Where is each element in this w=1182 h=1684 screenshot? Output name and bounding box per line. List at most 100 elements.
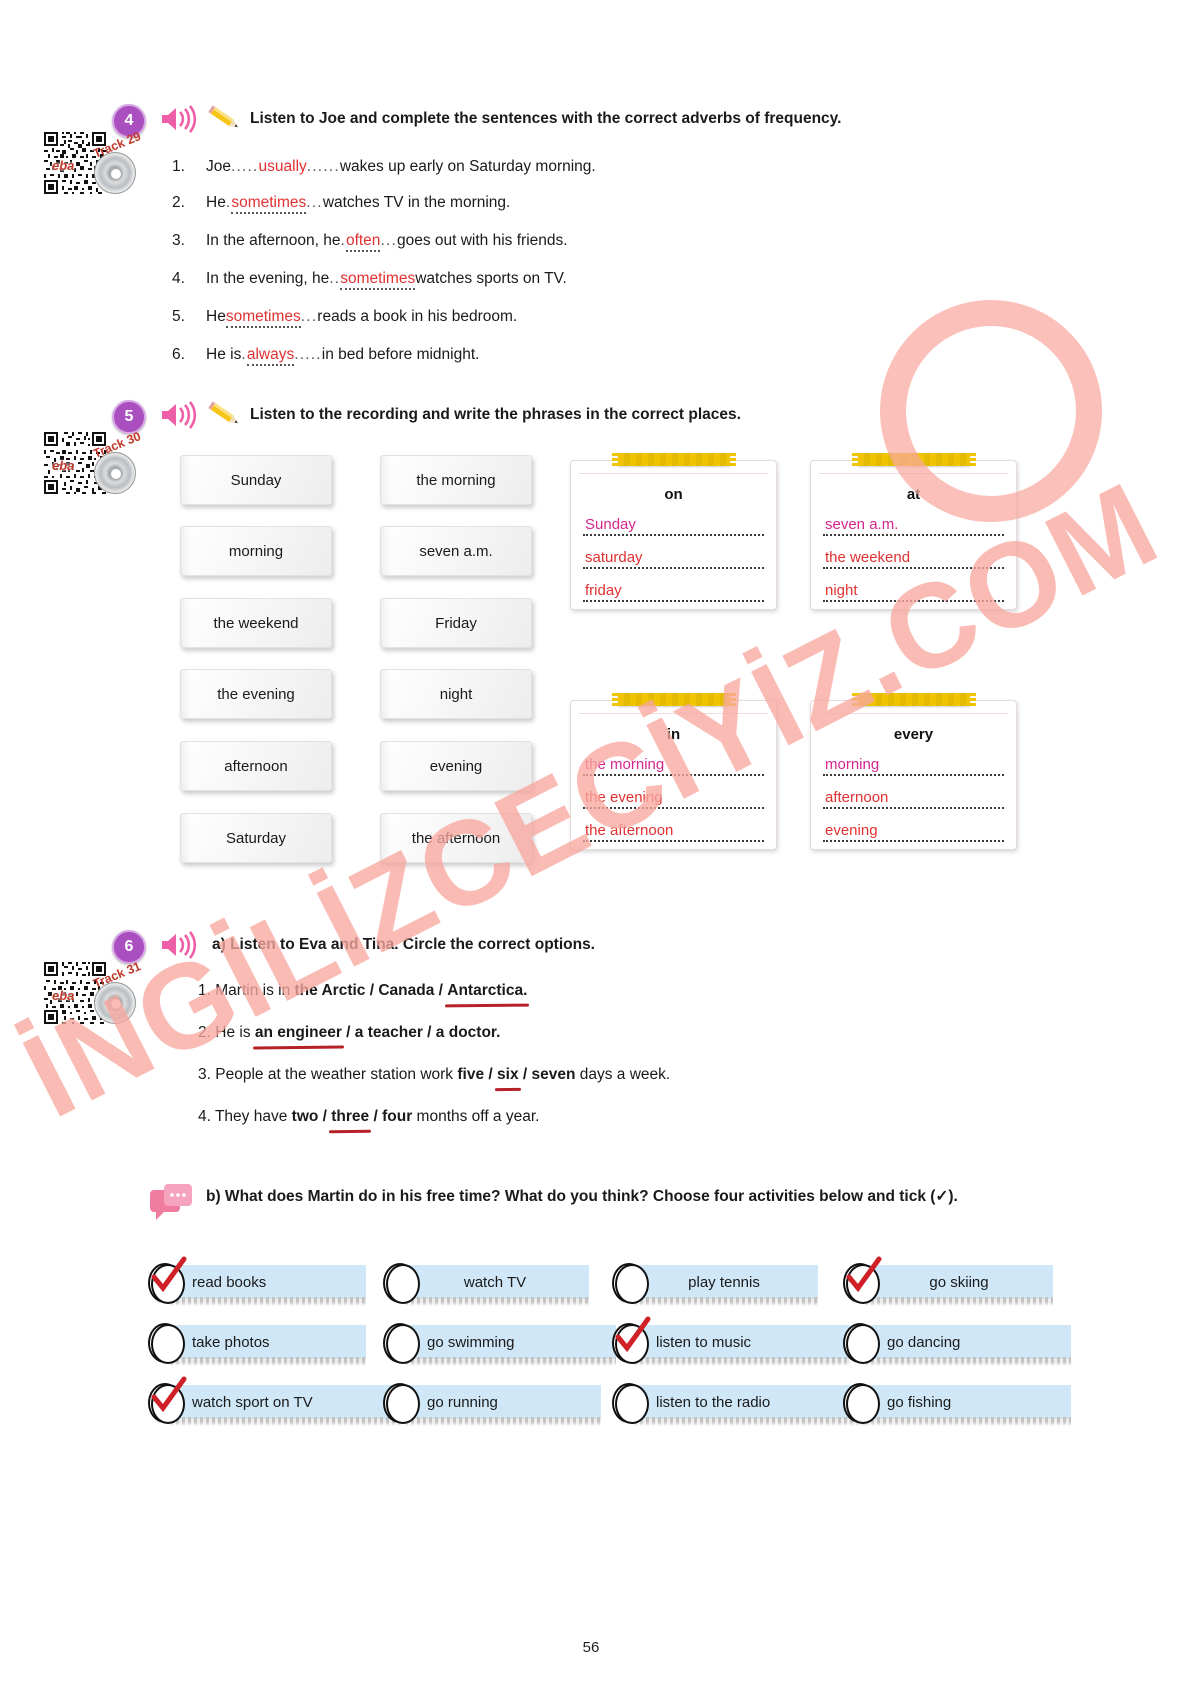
pencil-icon <box>204 400 244 435</box>
word-card[interactable]: Saturday <box>180 813 332 863</box>
answer-line[interactable]: the weekend <box>823 538 1004 569</box>
ex4-sentence-6: 6. He is . always ..... in bed before mi… <box>172 346 596 366</box>
activity-item[interactable]: go dancing <box>843 1323 1071 1364</box>
word-card-label: morning <box>228 542 284 560</box>
word-card[interactable]: evening <box>380 741 532 791</box>
ex6-number-badge: 6 <box>112 930 146 964</box>
handwritten-answer: morning <box>825 756 880 773</box>
tape-strip-icon <box>611 453 736 466</box>
option-choice-selected[interactable]: an engineer <box>255 1024 342 1042</box>
sentence-after: in bed before midnight. <box>321 346 480 363</box>
activity-item[interactable]: go skiing <box>843 1256 1053 1304</box>
word-card-label: night <box>439 685 473 703</box>
word-card[interactable]: night <box>380 669 532 719</box>
word-card[interactable]: morning <box>180 526 332 576</box>
sentence-before: Joe <box>206 158 231 175</box>
answer-box-title: on <box>579 473 768 503</box>
item-lead: He is <box>215 1024 255 1041</box>
option-choice-selected[interactable]: six <box>497 1066 519 1084</box>
ex6a-item-3: 3. People at the weather station work fi… <box>198 1066 671 1084</box>
answer-box-every: every morning afternoon evening <box>810 693 1017 850</box>
activity-item[interactable]: go fishing <box>843 1383 1071 1424</box>
sentence-after: watches sports on TV. <box>415 270 567 287</box>
answer-box-in: in the morning the evening the afternoon <box>570 693 777 850</box>
activity-label: take photos <box>170 1325 366 1359</box>
item-lead: They have <box>214 1108 292 1125</box>
sentence-before: In the evening, he <box>206 270 330 287</box>
activity-label: go dancing <box>865 1325 1071 1359</box>
activity-item[interactable]: read books <box>148 1256 366 1304</box>
answer-line[interactable]: Sunday <box>583 505 764 536</box>
word-card[interactable]: the evening <box>180 669 332 719</box>
handwritten-answer[interactable]: usually <box>259 158 307 176</box>
exercise-5: 5 Listen to the recording and write the … <box>112 400 1012 435</box>
sentence-after: reads a book in his bedroom. <box>317 308 518 325</box>
word-card[interactable]: the afternoon <box>380 813 532 863</box>
activity-item[interactable]: play tennis <box>612 1263 818 1304</box>
handwritten-answer[interactable]: sometimes <box>225 308 301 328</box>
ex4-sentence-3: 3. In the afternoon, he . often ... goes… <box>172 232 596 252</box>
ex6a-item-4: 4. They have two / three / four months o… <box>198 1108 540 1126</box>
speaker-icon <box>158 104 198 139</box>
activity-item[interactable]: watch sport on TV <box>148 1376 401 1424</box>
item-lead: Martin is in <box>215 982 295 999</box>
handwritten-answer: Sunday <box>585 516 636 533</box>
item-index: 2. <box>198 1024 211 1041</box>
blank-dots: ...... <box>306 158 340 175</box>
handwritten-answer[interactable]: always <box>246 346 295 366</box>
option-choice[interactable]: five <box>457 1066 484 1083</box>
answer-line[interactable]: night <box>823 571 1004 602</box>
word-card-label: Sunday <box>230 471 282 489</box>
answer-line[interactable]: saturday <box>583 538 764 569</box>
handwritten-answer: afternoon <box>825 789 889 806</box>
exercise-6: 6 a) Listen to Eva and Tina. Circle the … <box>112 930 1012 965</box>
word-card[interactable]: Friday <box>380 598 532 648</box>
answer-line[interactable]: the afternoon <box>583 811 764 842</box>
option-choice[interactable]: a teacher <box>355 1024 423 1041</box>
word-card-label: the morning <box>416 471 496 489</box>
option-choice[interactable]: the Arctic <box>295 982 366 999</box>
answer-line[interactable]: morning <box>823 745 1004 776</box>
word-card[interactable]: afternoon <box>180 741 332 791</box>
circle-icon <box>383 1263 420 1304</box>
activity-item[interactable]: take photos <box>148 1323 366 1364</box>
circle-icon <box>612 1383 649 1424</box>
word-card[interactable]: the weekend <box>180 598 332 648</box>
blank-dots: ..... <box>231 158 259 175</box>
handwritten-answer[interactable]: often <box>345 232 381 252</box>
activity-label: play tennis <box>634 1265 818 1299</box>
activity-item[interactable]: go swimming <box>383 1323 616 1364</box>
activity-item[interactable]: listen to the radio <box>612 1383 865 1424</box>
option-choice[interactable]: seven <box>532 1066 576 1083</box>
option-choice-selected[interactable]: three <box>331 1108 369 1126</box>
option-choice[interactable]: four <box>382 1108 412 1125</box>
option-choice[interactable]: two <box>292 1108 319 1125</box>
activity-item[interactable]: listen to music <box>612 1316 850 1364</box>
answer-line[interactable]: the morning <box>583 745 764 776</box>
circle-icon <box>148 1323 185 1364</box>
blank-dots: ... <box>380 232 397 249</box>
ex4-instruction: Listen to Joe and complete the sentences… <box>250 110 842 127</box>
option-choice[interactable]: Canada <box>378 982 434 999</box>
sentence-after: goes out with his friends. <box>396 232 568 249</box>
answer-line[interactable]: the evening <box>583 778 764 809</box>
option-choice[interactable]: a doctor. <box>436 1024 501 1041</box>
answer-line[interactable]: afternoon <box>823 778 1004 809</box>
handwritten-answer[interactable]: sometimes <box>340 270 416 290</box>
word-card[interactable]: the morning <box>380 455 532 505</box>
sentence-before: In the afternoon, he <box>206 232 341 249</box>
sentence-before: He is <box>206 346 242 363</box>
handwritten-answer[interactable]: sometimes <box>231 194 307 214</box>
word-card-label: afternoon <box>224 757 288 775</box>
word-card[interactable]: Sunday <box>180 455 332 505</box>
word-card-label: Saturday <box>225 829 287 847</box>
activity-item[interactable]: go running <box>383 1383 601 1424</box>
activity-item[interactable]: watch TV <box>383 1263 589 1304</box>
circle-icon <box>383 1323 420 1364</box>
page-number: 56 <box>582 1639 600 1656</box>
word-card[interactable]: seven a.m. <box>380 526 532 576</box>
option-choice-selected[interactable]: Antarctica. <box>447 982 527 1000</box>
answer-line[interactable]: friday <box>583 571 764 602</box>
answer-line[interactable]: evening <box>823 811 1004 842</box>
circle-icon <box>612 1263 649 1304</box>
